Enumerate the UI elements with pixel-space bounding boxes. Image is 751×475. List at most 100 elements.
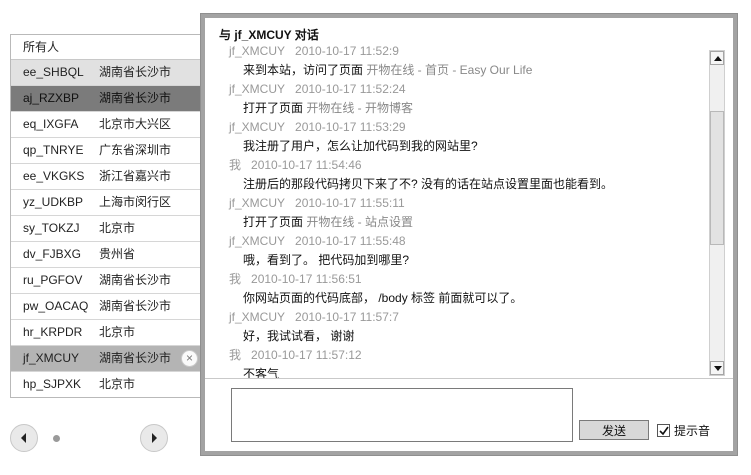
message-page-link[interactable]: 开物在线 - 站点设置 bbox=[306, 215, 413, 229]
user-name: aj_RZXBP bbox=[23, 91, 80, 105]
user-name: hp_SJPXK bbox=[23, 377, 82, 391]
user-name: eq_IXGFA bbox=[23, 117, 79, 131]
composer-divider bbox=[205, 378, 733, 379]
user-name: ru_PGFOV bbox=[23, 273, 83, 287]
scroll-down-button[interactable] bbox=[710, 361, 724, 375]
user-name: dv_FJBXG bbox=[23, 247, 82, 261]
user-location: 北京市 bbox=[99, 325, 136, 339]
user-row[interactable]: aj_RZXBP 湖南省长沙市 bbox=[11, 86, 203, 112]
sound-toggle[interactable]: 提示音 bbox=[657, 422, 710, 438]
user-row[interactable]: pw_OACAQ 湖南省长沙市 bbox=[11, 294, 203, 320]
message-text: 打开了页面 开物在线 - 站点设置 bbox=[205, 213, 710, 232]
message-scrollbar[interactable] bbox=[709, 50, 725, 376]
message-sender: 我 bbox=[229, 348, 242, 362]
user-name: sy_TOKZJ bbox=[23, 221, 80, 235]
message-header: jf_XMCUY 2010-10-17 11:52:24 bbox=[205, 80, 710, 99]
user-row[interactable]: ee_SHBQL 湖南省长沙市 bbox=[11, 60, 203, 86]
user-location: 北京市 bbox=[99, 221, 136, 235]
message-body: 好，我试试看， 谢谢 bbox=[243, 329, 355, 343]
message-time: 2010-10-17 11:53:29 bbox=[295, 120, 406, 134]
message-sender: jf_XMCUY bbox=[229, 44, 286, 58]
user-row[interactable]: eq_IXGFA 北京市大兴区 bbox=[11, 112, 203, 138]
message-time: 2010-10-17 11:52:24 bbox=[295, 82, 406, 96]
page-indicator-dot bbox=[53, 435, 60, 442]
triangle-up-icon bbox=[714, 56, 722, 61]
message-time: 2010-10-17 11:55:11 bbox=[295, 196, 405, 210]
message-sender: 我 bbox=[229, 158, 242, 172]
message-body: 你网站页面的代码底部， /body 标签 前面就可以了。 bbox=[243, 291, 523, 305]
send-button[interactable]: 发送 bbox=[579, 420, 649, 440]
message-page-link[interactable]: 开物在线 - 开物博客 bbox=[306, 101, 413, 115]
next-page-button[interactable] bbox=[140, 424, 168, 452]
message-sender: jf_XMCUY bbox=[229, 234, 286, 248]
sound-checkbox[interactable] bbox=[657, 424, 670, 438]
message-sender: jf_XMCUY bbox=[229, 120, 286, 134]
message-body: 哦，看到了。 把代码加到哪里? bbox=[243, 253, 410, 267]
message-header: jf_XMCUY 2010-10-17 11:57:7 bbox=[205, 308, 710, 327]
user-location: 北京市大兴区 bbox=[99, 117, 172, 131]
message-header: 我 2010-10-17 11:57:12 bbox=[205, 346, 710, 365]
scroll-up-button[interactable] bbox=[710, 51, 724, 65]
user-row[interactable]: qp_TNRYE 广东省深圳市 bbox=[11, 138, 203, 164]
message-header: jf_XMCUY 2010-10-17 11:52:9 bbox=[205, 44, 710, 61]
message-text: 我注册了用户，怎么让加代码到我的网站里? bbox=[205, 137, 710, 156]
message-text: 你网站页面的代码底部， /body 标签 前面就可以了。 bbox=[205, 289, 710, 308]
chat-title: 与 jf_XMCUY 对话 bbox=[219, 28, 319, 42]
message-time: 2010-10-17 11:57:12 bbox=[251, 348, 362, 362]
message-header: jf_XMCUY 2010-10-17 11:55:11 bbox=[205, 194, 710, 213]
user-row[interactable]: sy_TOKZJ 北京市 bbox=[11, 216, 203, 242]
user-location: 浙江省嘉兴市 bbox=[99, 169, 172, 183]
triangle-down-icon bbox=[714, 366, 722, 371]
user-row-selected[interactable]: jf_XMCUY 湖南省长沙市 × bbox=[11, 346, 203, 372]
user-row[interactable]: yz_UDKBP 上海市闵行区 bbox=[11, 190, 203, 216]
user-name: ee_VKGKS bbox=[23, 169, 85, 183]
scrollbar-thumb[interactable] bbox=[710, 111, 724, 245]
message-text: 注册后的那段代码拷贝下来了不? 没有的话在站点设置里面也能看到。 bbox=[205, 175, 710, 194]
message-header: jf_XMCUY 2010-10-17 11:53:29 bbox=[205, 118, 710, 137]
message-header: jf_XMCUY 2010-10-17 11:55:48 bbox=[205, 232, 710, 251]
close-icon[interactable]: × bbox=[181, 350, 198, 367]
message-page-link[interactable]: 开物在线 - 首页 - Easy Our Life bbox=[366, 63, 532, 77]
message-sender: jf_XMCUY bbox=[229, 82, 286, 96]
user-row[interactable]: ru_PGFOV 湖南省长沙市 bbox=[11, 268, 203, 294]
message-time: 2010-10-17 11:55:48 bbox=[295, 234, 406, 248]
message-header: 我 2010-10-17 11:54:46 bbox=[205, 156, 710, 175]
user-name: jf_XMCUY bbox=[23, 351, 80, 365]
message-sender: jf_XMCUY bbox=[229, 196, 286, 210]
user-list-pager bbox=[10, 424, 204, 452]
message-body: 来到本站，访问了页面 bbox=[243, 63, 367, 77]
message-time: 2010-10-17 11:54:46 bbox=[251, 158, 362, 172]
user-location: 湖南省长沙市 bbox=[99, 91, 172, 105]
user-row[interactable]: ee_VKGKS 浙江省嘉兴市 bbox=[11, 164, 203, 190]
prev-page-button[interactable] bbox=[10, 424, 38, 452]
message-body: 打开了页面 bbox=[243, 215, 307, 229]
user-location: 上海市闵行区 bbox=[99, 195, 172, 209]
user-location: 广东省深圳市 bbox=[99, 143, 172, 157]
right-arrow-icon bbox=[152, 433, 157, 443]
user-name: hr_KRPDR bbox=[23, 325, 83, 339]
message-text: 不客气 bbox=[205, 365, 710, 378]
message-sender: 我 bbox=[229, 272, 242, 286]
message-text: 好，我试试看， 谢谢 bbox=[205, 327, 710, 346]
user-location: 湖南省长沙市 bbox=[99, 299, 172, 313]
user-row[interactable]: dv_FJBXG 贵州省 bbox=[11, 242, 203, 268]
message-header: 我 2010-10-17 11:56:51 bbox=[205, 270, 710, 289]
checkmark-icon bbox=[659, 426, 669, 436]
user-list-header-all[interactable]: 所有人 bbox=[11, 35, 203, 60]
message-body: 打开了页面 bbox=[243, 101, 307, 115]
message-time: 2010-10-17 11:52:9 bbox=[295, 44, 399, 58]
user-location: 北京市 bbox=[99, 377, 136, 391]
left-arrow-icon bbox=[21, 433, 26, 443]
message-text: 来到本站，访问了页面 开物在线 - 首页 - Easy Our Life bbox=[205, 61, 710, 80]
message-area: jf_XMCUY 2010-10-17 11:52:9 来到本站，访问了页面 开物… bbox=[205, 44, 733, 378]
user-name: yz_UDKBP bbox=[23, 195, 84, 209]
user-list: 所有人 ee_SHBQL 湖南省长沙市 aj_RZXBP 湖南省长沙市 eq_I… bbox=[10, 34, 204, 398]
user-name: ee_SHBQL bbox=[23, 65, 84, 79]
message-log: jf_XMCUY 2010-10-17 11:52:9 来到本站，访问了页面 开物… bbox=[205, 44, 710, 378]
user-row[interactable]: hr_KRPDR 北京市 bbox=[11, 320, 203, 346]
user-location: 湖南省长沙市 bbox=[99, 273, 172, 287]
message-sender: jf_XMCUY bbox=[229, 310, 286, 324]
message-input[interactable] bbox=[231, 388, 573, 442]
user-location: 湖南省长沙市 bbox=[99, 351, 172, 365]
user-row[interactable]: hp_SJPXK 北京市 bbox=[11, 372, 203, 397]
